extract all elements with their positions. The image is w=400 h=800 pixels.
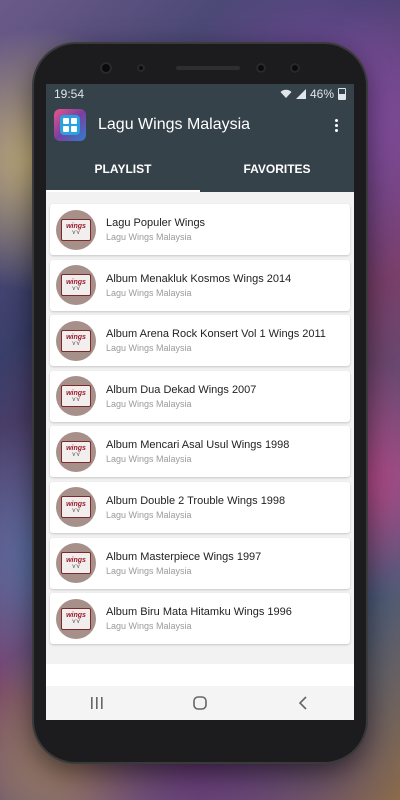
wifi-icon [280, 89, 292, 98]
earpiece-speaker [176, 66, 240, 70]
album-thumbnail: wings ⋎⋎ [56, 598, 96, 639]
item-title: Lagu Populer Wings [106, 217, 206, 229]
album-thumbnail: wings ⋎⋎ [56, 376, 96, 417]
app-title: Lagu Wings Malaysia [98, 116, 251, 133]
sensor-icon [290, 63, 300, 73]
item-title: Album Biru Mata Hitamku Wings 1996 [106, 606, 292, 619]
list-item[interactable]: wings ⋎⋎ Album Menakluk Kosmos Wings 2014… [50, 259, 350, 311]
item-subtitle: Lagu Wings Malaysia [106, 398, 192, 409]
item-title: Album Menakluk Kosmos Wings 2014 [106, 272, 292, 285]
item-title: Album Masterpiece Wings 1997 [106, 550, 262, 563]
app-bar: Lagu Wings Malaysia [46, 104, 354, 146]
item-title: Album Dua Dekad Wings 2007 [106, 383, 257, 396]
list-item[interactable]: wings ⋎⋎ Album Dua Dekad Wings 2007 Lagu W… [50, 370, 350, 422]
tab-playlist[interactable]: PLAYLIST [46, 146, 200, 192]
tab-favorites[interactable]: FAVORITES [200, 146, 354, 192]
item-title: Album Arena Rock Konsert Vol 1 Wings 201… [106, 328, 326, 341]
playlist-list: wings ⋎⋎ Lagu Populer Wings Lagu Wings Mal… [46, 192, 354, 664]
camera-icon [100, 62, 112, 74]
recents-icon[interactable] [77, 691, 117, 715]
item-subtitle: Lagu Wings Malaysia [106, 232, 192, 242]
status-icons: 46% [280, 87, 346, 101]
item-subtitle: Lagu Wings Malaysia [106, 621, 192, 632]
app-grid-icon [54, 109, 86, 141]
more-vert-icon[interactable] [326, 118, 346, 132]
item-subtitle: Lagu Wings Malaysia [106, 454, 192, 465]
status-time: 19:54 [54, 87, 85, 101]
list-item[interactable]: wings ⋎⋎ Album Biru Mata Hitamku Wings 19… [50, 593, 350, 645]
thumb-logo: wings [66, 278, 86, 286]
thumb-logo: wings [66, 612, 86, 620]
album-thumbnail: wings ⋎⋎ [56, 543, 96, 584]
thumb-logo: wings [66, 445, 86, 453]
list-item[interactable]: wings ⋎⋎ Album Masterpiece Wings 1997 Lagu… [50, 537, 350, 589]
phone-frame: 19:54 46% Lagu Wings Malaysia PLAYLIST F… [34, 44, 366, 762]
item-subtitle: Lagu Wings Malaysia [106, 343, 192, 354]
item-subtitle: Lagu Wings Malaysia [106, 509, 192, 520]
item-subtitle: Lagu Wings Malaysia [106, 287, 192, 298]
status-bar: 19:54 46% [46, 84, 354, 104]
item-subtitle: Lagu Wings Malaysia [106, 565, 192, 576]
list-item[interactable]: wings ⋎⋎ Album Arena Rock Konsert Vol 1 W… [50, 315, 350, 367]
album-thumbnail: wings ⋎⋎ [56, 209, 96, 250]
thumb-logo: wings [66, 334, 86, 342]
sensor-icon [137, 64, 145, 72]
thumb-logo: wings [66, 556, 86, 564]
item-title: Album Mencari Asal Usul Wings 1998 [106, 439, 290, 452]
album-thumbnail: wings ⋎⋎ [56, 320, 96, 361]
screen: 19:54 46% Lagu Wings Malaysia PLAYLIST F… [46, 84, 354, 720]
thumb-logo: wings [66, 389, 86, 397]
album-thumbnail: wings ⋎⋎ [56, 265, 96, 306]
album-thumbnail: wings ⋎⋎ [56, 487, 96, 528]
list-item[interactable]: wings ⋎⋎ Album Mencari Asal Usul Wings 19… [50, 426, 350, 478]
album-thumbnail: wings ⋎⋎ [56, 431, 96, 472]
thumb-logo: wings [66, 500, 86, 508]
front-camera-icon [256, 63, 266, 73]
tab-bar: PLAYLIST FAVORITES [46, 146, 354, 192]
battery-icon [338, 88, 346, 100]
system-nav-bar [46, 686, 354, 720]
list-item[interactable]: wings ⋎⋎ Lagu Populer Wings Lagu Wings Mal… [50, 204, 350, 255]
tab-label: PLAYLIST [94, 162, 152, 176]
tab-label: FAVORITES [243, 162, 311, 176]
back-icon[interactable] [283, 691, 323, 715]
signal-icon [295, 89, 306, 99]
list-item[interactable]: wings ⋎⋎ Album Double 2 Trouble Wings 199… [50, 481, 350, 533]
battery-percent: 46% [309, 87, 334, 101]
thumb-logo: wings [66, 223, 86, 230]
home-icon[interactable] [180, 691, 220, 715]
item-title: Album Double 2 Trouble Wings 1998 [106, 494, 286, 507]
